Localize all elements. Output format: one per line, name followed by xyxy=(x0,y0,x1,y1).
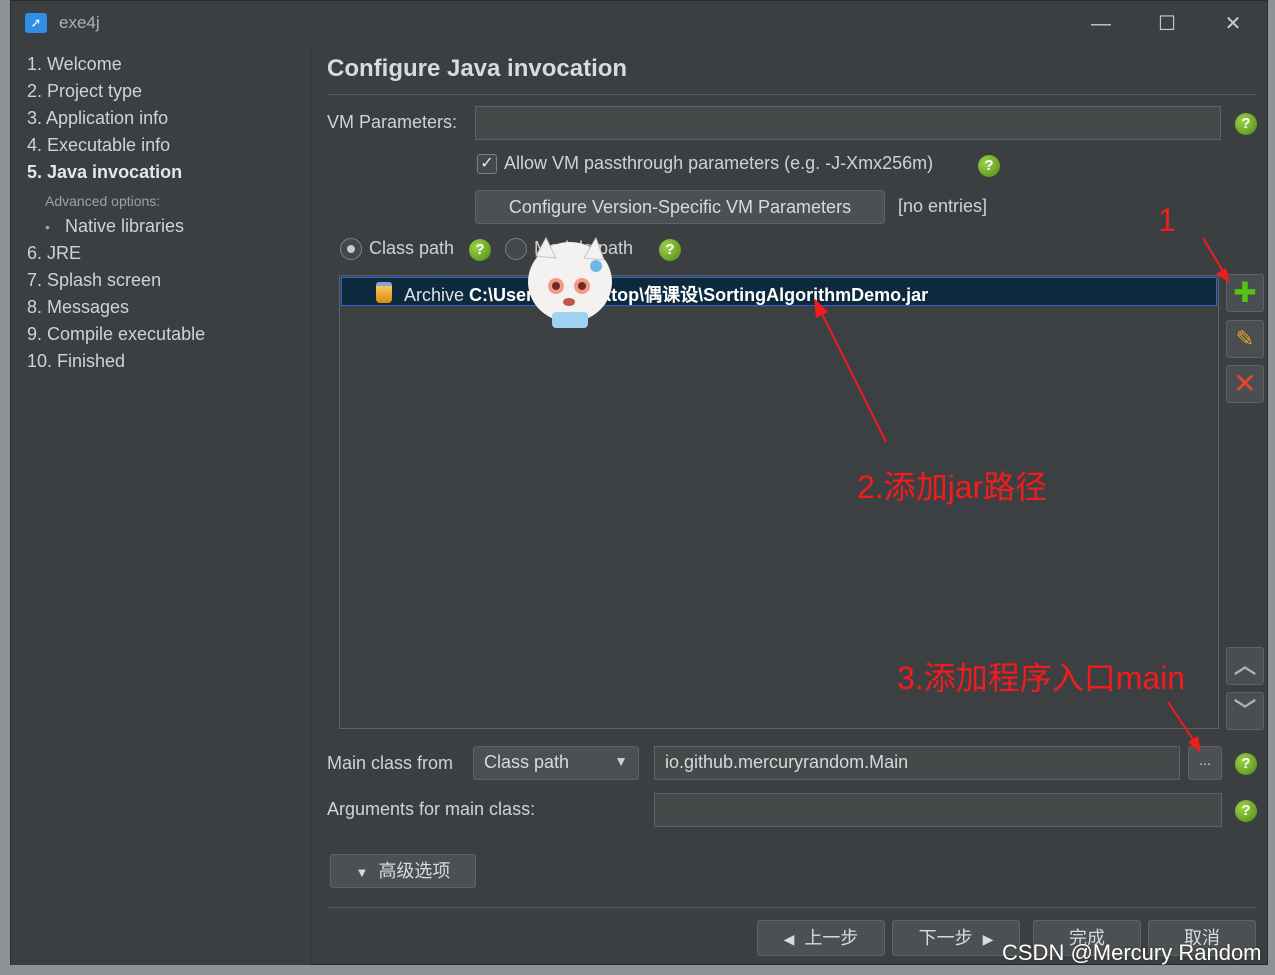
annotation-step-2: 2.添加jar路径 xyxy=(857,469,1048,505)
annotation-arrows xyxy=(814,237,1230,753)
annotation-step-1: 1 xyxy=(1158,202,1176,238)
csdn-watermark: CSDN @Mercury Random xyxy=(1002,940,1262,965)
annotation-step-3: 3.添加程序入口main xyxy=(897,660,1186,696)
